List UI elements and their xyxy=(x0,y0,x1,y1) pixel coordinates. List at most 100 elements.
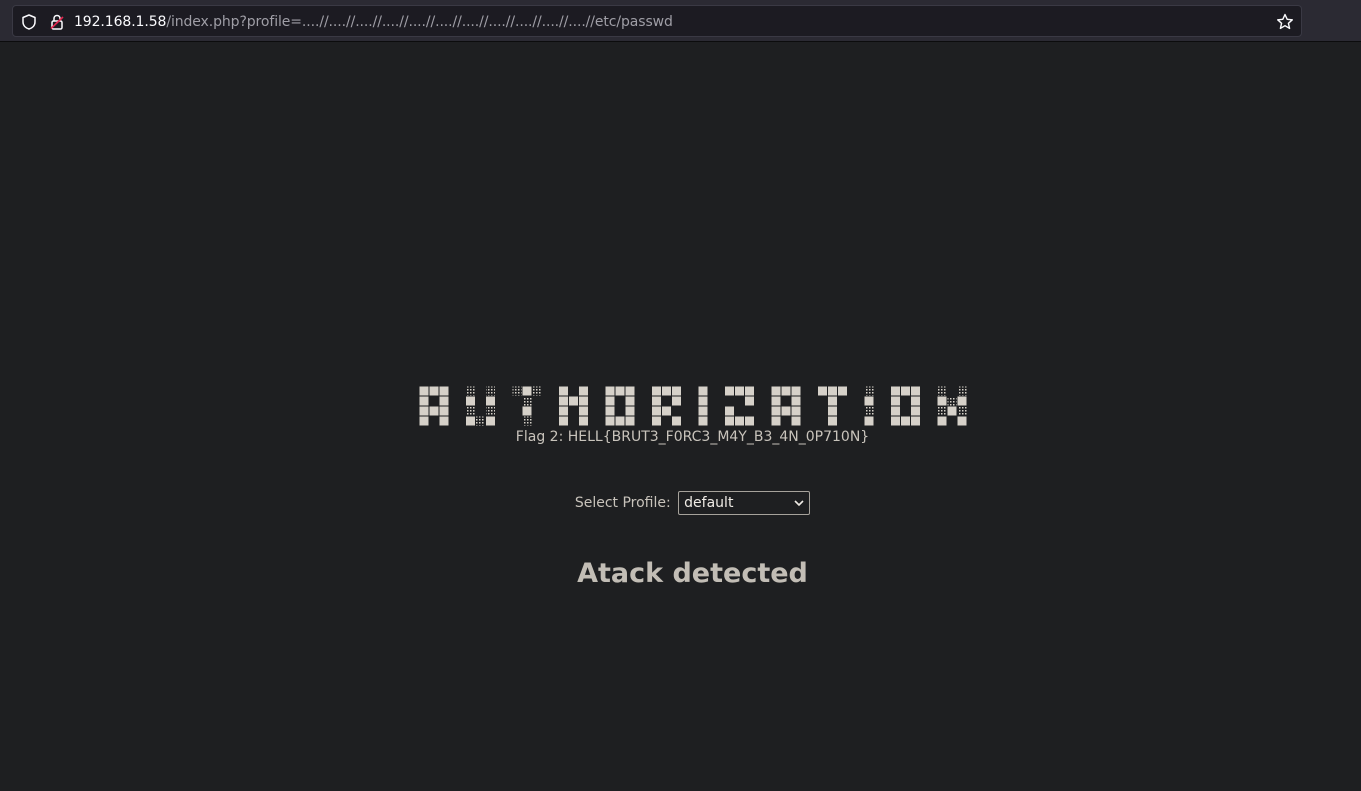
banner-block xyxy=(937,396,947,406)
profile-label: Select Profile: xyxy=(574,495,671,511)
banner-block xyxy=(911,396,920,406)
banner-block xyxy=(891,416,900,426)
banner-block xyxy=(559,386,568,396)
banner-block xyxy=(957,386,967,396)
banner-block xyxy=(652,406,661,416)
banner-block xyxy=(698,396,708,406)
star-icon[interactable] xyxy=(1275,12,1295,32)
banner-block xyxy=(828,396,837,406)
url-text[interactable]: 192.168.1.58/index.php?profile=....//...… xyxy=(74,13,673,31)
banner-block xyxy=(652,386,661,396)
banner-block xyxy=(771,406,781,416)
banner-block xyxy=(466,396,475,406)
banner-block xyxy=(725,386,734,396)
banner-block xyxy=(911,406,920,416)
chevron-down-icon xyxy=(794,500,804,507)
banner-block xyxy=(937,416,947,426)
banner-block xyxy=(439,386,449,396)
banner-block xyxy=(864,396,874,406)
banner-block xyxy=(466,416,475,426)
banner-block xyxy=(522,406,532,416)
banner-block xyxy=(522,386,532,396)
banner-block xyxy=(662,386,671,396)
banner-block xyxy=(864,386,874,396)
banner-block xyxy=(781,386,791,396)
banner-block xyxy=(947,396,957,406)
banner-block xyxy=(735,416,744,426)
banner-block xyxy=(522,416,532,426)
banner-block xyxy=(569,396,578,406)
banner-block xyxy=(828,416,837,426)
banner-block xyxy=(698,416,708,426)
browser-toolbar: 192.168.1.58/index.php?profile=....//...… xyxy=(0,0,1361,42)
banner-block xyxy=(672,396,681,406)
banner-block xyxy=(579,396,588,406)
url-host: 192.168.1.58 xyxy=(74,14,167,30)
banner-block xyxy=(522,396,532,406)
banner-block xyxy=(864,416,874,426)
banner-block xyxy=(771,396,781,406)
banner-block xyxy=(745,416,754,426)
lock-icon[interactable] xyxy=(48,13,66,31)
profile-select-value: default xyxy=(684,495,734,511)
banner-block xyxy=(662,406,671,416)
banner-block xyxy=(672,386,681,396)
address-bar[interactable]: 192.168.1.58/index.php?profile=....//...… xyxy=(12,5,1302,37)
banner-block xyxy=(486,406,495,416)
banner-block xyxy=(579,386,588,396)
banner-block xyxy=(419,386,429,396)
banner-block xyxy=(429,406,439,416)
banner-block xyxy=(901,416,910,426)
banner-block xyxy=(698,406,708,416)
banner-block xyxy=(838,386,847,396)
banner-block xyxy=(625,406,635,416)
banner-block xyxy=(947,406,957,416)
banner-block xyxy=(745,386,754,396)
banner-block xyxy=(486,386,495,396)
banner-block xyxy=(439,396,449,406)
banner-block xyxy=(615,386,625,396)
banner-block xyxy=(429,386,439,396)
banner-block xyxy=(625,386,635,396)
banner-block xyxy=(579,406,588,416)
banner-block xyxy=(791,406,801,416)
banner-block xyxy=(652,396,661,406)
banner-block xyxy=(771,416,781,426)
banner-block xyxy=(698,386,708,396)
shield-icon[interactable] xyxy=(20,13,38,31)
banner-block xyxy=(937,406,947,416)
profile-selector-row: Select Profile: default xyxy=(0,491,1361,515)
banner-block xyxy=(486,416,495,426)
banner-block xyxy=(891,406,900,416)
banner-block xyxy=(828,386,837,396)
banner-block xyxy=(911,416,920,426)
profile-select[interactable]: default xyxy=(678,491,811,515)
banner-block xyxy=(891,396,900,406)
banner-block xyxy=(439,416,449,426)
banner-block xyxy=(957,396,967,406)
banner-block xyxy=(791,416,801,426)
banner-block xyxy=(419,406,429,416)
banner-block xyxy=(559,406,568,416)
banner-block xyxy=(652,416,661,426)
banner-block xyxy=(605,416,615,426)
banner-block xyxy=(466,386,475,396)
ascii-banner-logo xyxy=(419,386,967,426)
banner-block xyxy=(725,406,734,416)
flag-text: Flag 2: HELL{BRUT3_F0RC3_M4Y_B3_4N_0P710… xyxy=(515,429,870,445)
banner-block xyxy=(957,406,967,416)
page-content: Flag 2: HELL{BRUT3_F0RC3_M4Y_B3_4N_0P710… xyxy=(0,42,1361,791)
banner-block xyxy=(476,416,485,426)
banner-block xyxy=(901,386,910,396)
banner-block xyxy=(559,416,568,426)
banner-block xyxy=(466,406,475,416)
banner-block xyxy=(957,416,967,426)
url-path: /index.php?profile=....//....//....//...… xyxy=(166,14,673,30)
banner-block xyxy=(615,416,625,426)
banner-block xyxy=(791,396,801,406)
banner-block xyxy=(745,396,754,406)
banner-block xyxy=(512,386,522,396)
attack-alert-heading: Atack detected xyxy=(577,558,808,589)
banner-block xyxy=(735,386,744,396)
banner-block xyxy=(911,386,920,396)
